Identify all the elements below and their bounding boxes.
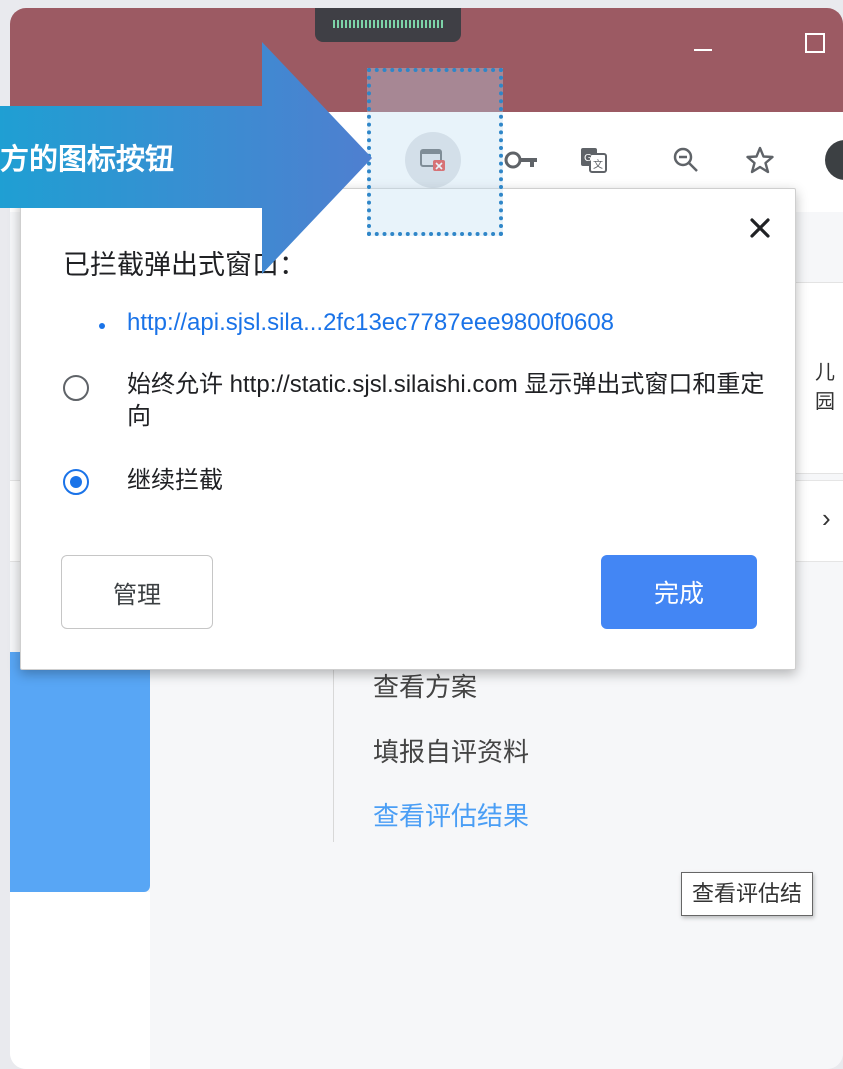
radio-keep-blocking[interactable] (63, 469, 89, 495)
annotation-arrow: 方的图标按钮 (0, 42, 375, 274)
bullet-dot (99, 323, 105, 329)
star-icon[interactable] (732, 132, 788, 188)
highlight-box (367, 68, 503, 236)
annotation-text: 方的图标按钮 (0, 142, 175, 176)
card-text-fragment: 儿园 (815, 362, 835, 413)
window-tab-strip (315, 8, 461, 42)
menu-item-view-results[interactable]: 查看评估结果 (373, 796, 529, 833)
translate-icon[interactable]: G 文 (566, 132, 622, 188)
profile-avatar-icon[interactable] (825, 140, 843, 180)
chevron-right-icon: › (822, 503, 831, 533)
sidebar-active-block (10, 652, 150, 892)
blocked-url-link[interactable]: http://api.sjsl.sila...2fc13ec7787eee980… (127, 309, 614, 337)
divider (333, 652, 334, 842)
menu-item-fill-self-eval[interactable]: 填报自评资料 (373, 732, 529, 769)
manage-button[interactable]: 管理 (61, 555, 213, 629)
svg-text:G: G (584, 153, 592, 164)
sidebar-lower (10, 892, 150, 1069)
zoom-out-icon[interactable] (658, 132, 714, 188)
menu-item-view-plan[interactable]: 查看方案 (373, 667, 477, 704)
option-allow-label[interactable]: 始终允许 http://static.sjsl.silaishi.com 显示弹… (127, 369, 767, 433)
close-icon[interactable] (743, 211, 777, 245)
minimize-icon[interactable] (692, 36, 716, 60)
tooltip: 查看评估结 (681, 872, 814, 916)
done-button[interactable]: 完成 (601, 555, 757, 629)
maximize-icon[interactable] (805, 33, 825, 53)
svg-text:文: 文 (593, 158, 603, 171)
option-block-label[interactable]: 继续拦截 (127, 465, 223, 497)
radio-allow[interactable] (63, 375, 89, 401)
